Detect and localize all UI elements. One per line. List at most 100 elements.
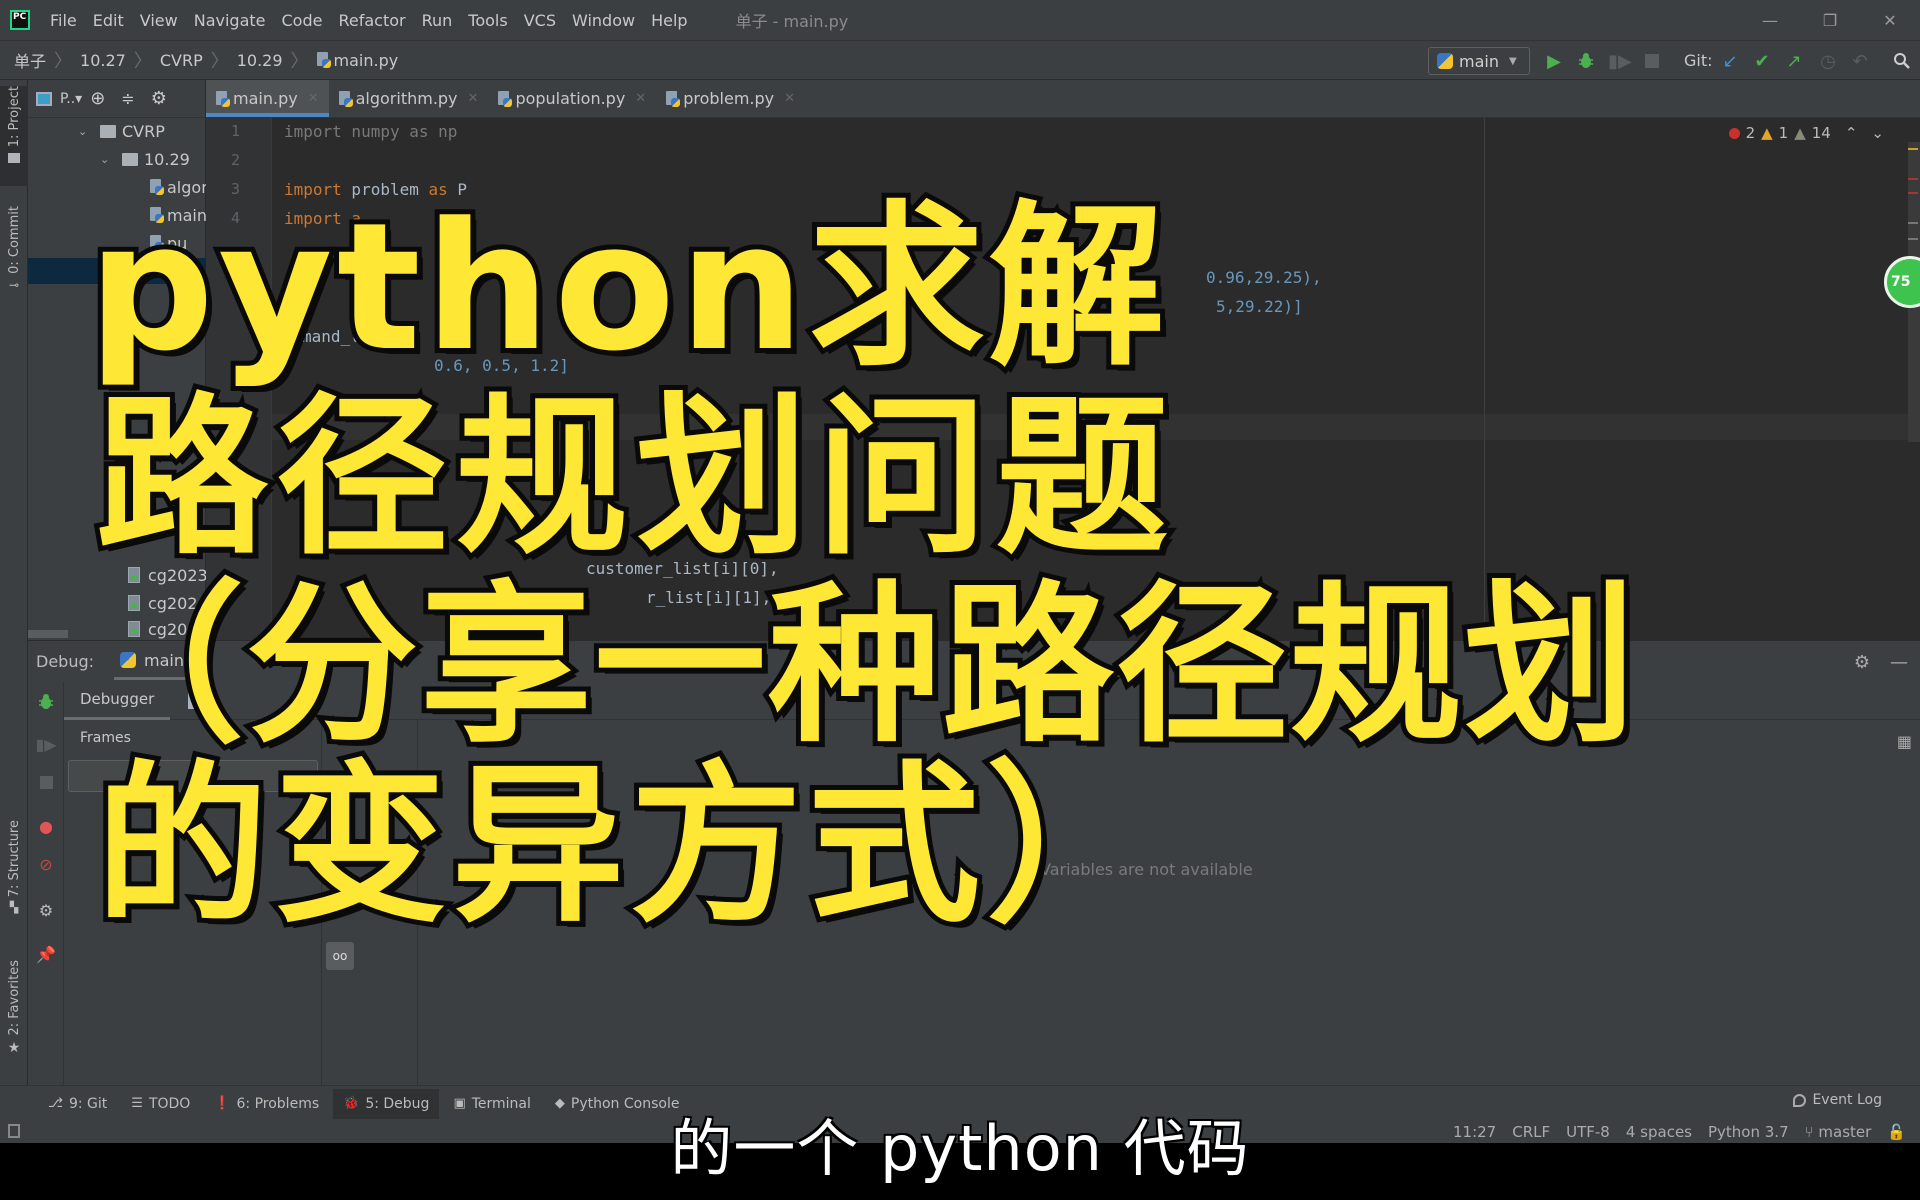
history-icon[interactable]: ◷ bbox=[1816, 49, 1840, 73]
close-icon[interactable]: ✕ bbox=[308, 91, 319, 106]
breadcrumb-project[interactable]: 单子 bbox=[10, 48, 50, 72]
gear-icon[interactable]: ⚙ bbox=[151, 88, 167, 109]
close-icon[interactable]: ✕ bbox=[784, 91, 795, 106]
menu-code[interactable]: Code bbox=[274, 11, 331, 30]
line-number: 1 bbox=[230, 122, 240, 140]
tool-tab-project[interactable]: 1: Project bbox=[0, 86, 28, 186]
collapse-all-icon[interactable]: ≑ bbox=[121, 89, 134, 108]
menu-view[interactable]: View bbox=[132, 11, 186, 30]
tool-tab-structure[interactable]: 7: Structure ▚ bbox=[0, 820, 28, 930]
menu-help[interactable]: Help bbox=[643, 11, 695, 30]
breadcrumb-file[interactable]: main.py bbox=[313, 51, 403, 70]
breadcrumb-separator: 〉 bbox=[290, 51, 309, 72]
commit-icon: ⊸ bbox=[8, 277, 20, 292]
window-title: 单子 - main.py bbox=[735, 12, 849, 31]
menu-edit[interactable]: Edit bbox=[85, 11, 132, 30]
menu-run[interactable]: Run bbox=[414, 11, 461, 30]
search-icon[interactable] bbox=[1890, 49, 1914, 73]
settings-icon[interactable]: ⚙ bbox=[36, 900, 56, 920]
tab-algorithm-py[interactable]: algorithm.py ✕ bbox=[329, 80, 489, 117]
inspection-widget[interactable]: 2 ▲ 1 ▲ 14 ⌃ ⌄ bbox=[1728, 124, 1884, 142]
horizontal-scrollbar[interactable] bbox=[28, 630, 68, 638]
debug-action-strip: ▮▶ ● ⊘ ⚙ 📌 bbox=[28, 682, 64, 1085]
python-file-icon bbox=[666, 90, 681, 107]
pin-icon[interactable]: 📌 bbox=[36, 944, 56, 964]
tool-tab-structure-label: 7: Structure bbox=[6, 820, 22, 898]
weak-warning-count: 14 bbox=[1811, 124, 1831, 142]
breadcrumb-separator: 〉 bbox=[54, 51, 73, 72]
debug-icon[interactable] bbox=[1574, 49, 1598, 73]
menu-window[interactable]: Window bbox=[564, 11, 643, 30]
menu-vcs[interactable]: VCS bbox=[516, 11, 564, 30]
run-configuration-select[interactable]: main ▼ bbox=[1428, 47, 1530, 75]
right-margin-guide bbox=[1484, 118, 1485, 640]
locate-icon[interactable]: ⊕ bbox=[90, 88, 105, 109]
menu-tools[interactable]: Tools bbox=[460, 11, 515, 30]
breadcrumb-folder-1027[interactable]: 10.27 bbox=[76, 51, 130, 70]
tree-item-label: 10.29 bbox=[144, 149, 190, 169]
python-icon bbox=[1437, 53, 1453, 69]
stop-icon[interactable] bbox=[1640, 49, 1664, 73]
project-view-icon bbox=[36, 91, 52, 106]
git-update-icon[interactable]: ↙ bbox=[1718, 49, 1742, 73]
mute-breakpoints-icon[interactable]: ⊘ bbox=[36, 854, 56, 874]
project-view-select[interactable]: P..▾ bbox=[60, 91, 82, 107]
close-icon[interactable]: ✕ bbox=[468, 91, 479, 106]
stop-icon[interactable] bbox=[36, 772, 56, 792]
minimize-button[interactable]: — bbox=[1740, 0, 1800, 40]
previous-highlight-icon[interactable]: ⌃ bbox=[1845, 124, 1858, 142]
resume-icon[interactable]: ▮▶ bbox=[35, 734, 56, 754]
star-icon: ★ bbox=[7, 1039, 21, 1056]
line-number: 2 bbox=[230, 151, 240, 169]
close-button[interactable]: ✕ bbox=[1860, 0, 1920, 40]
structure-icon: ▚ bbox=[9, 901, 19, 915]
tab-main-py[interactable]: main.py ✕ bbox=[206, 80, 329, 117]
restore-button[interactable]: ❐ bbox=[1800, 0, 1860, 40]
tab-label: algorithm.py bbox=[355, 89, 458, 108]
tab-population-py[interactable]: population.py ✕ bbox=[488, 80, 656, 117]
watches-toggle-icon[interactable]: oo bbox=[326, 942, 354, 970]
code-coordinates-1: 0.96,29.25), bbox=[1206, 268, 1322, 287]
python-file-icon bbox=[498, 90, 513, 107]
rollback-icon[interactable]: ↶ bbox=[1848, 49, 1872, 73]
tool-tab-commit[interactable]: 0: Commit ⊸ bbox=[0, 206, 28, 306]
gear-icon[interactable]: ⚙ bbox=[1854, 652, 1870, 673]
rerun-debug-icon[interactable] bbox=[36, 692, 56, 712]
menu-file[interactable]: File bbox=[42, 11, 85, 30]
debug-header-actions: ⚙ — bbox=[1854, 641, 1920, 683]
run-with-coverage-icon[interactable]: ▮▶ bbox=[1608, 49, 1632, 73]
tab-label: problem.py bbox=[683, 89, 775, 108]
error-count: 2 bbox=[1745, 124, 1756, 142]
tree-item-cvrp[interactable]: ⌄ CVRP bbox=[78, 118, 165, 144]
code-coordinates-2: 5,29.22)] bbox=[1216, 297, 1303, 316]
error-marker bbox=[1908, 192, 1918, 194]
overlay-title-line-1: python求解 bbox=[83, 185, 1169, 390]
minimize-panel-icon[interactable]: — bbox=[1890, 652, 1908, 673]
folder-icon bbox=[8, 153, 20, 164]
folder-icon bbox=[100, 124, 116, 138]
score-badge[interactable]: 75 bbox=[1884, 256, 1920, 308]
chevron-down-icon: ⌄ bbox=[78, 124, 88, 138]
chevron-down-icon: ▼ bbox=[1508, 55, 1517, 67]
breadcrumb-folder-1029[interactable]: 10.29 bbox=[233, 51, 287, 70]
weak-warning-icon: ▲ bbox=[1794, 124, 1806, 142]
close-icon[interactable]: ✕ bbox=[635, 91, 646, 106]
breadcrumb-separator: 〉 bbox=[210, 51, 229, 72]
git-push-icon[interactable]: ↗ bbox=[1782, 49, 1806, 73]
git-commit-icon[interactable]: ✔ bbox=[1750, 49, 1774, 73]
layout-settings-icon[interactable]: ▦ bbox=[1897, 732, 1912, 751]
tab-problem-py[interactable]: problem.py ✕ bbox=[656, 80, 805, 117]
breadcrumb-folder-cvrp[interactable]: CVRP bbox=[156, 51, 207, 70]
next-highlight-icon[interactable]: ⌄ bbox=[1871, 124, 1884, 142]
weak-warning-marker bbox=[1908, 238, 1918, 240]
view-breakpoints-icon[interactable]: ● bbox=[36, 816, 56, 836]
menu-refactor[interactable]: Refactor bbox=[330, 11, 413, 30]
tree-item-1029[interactable]: ⌄ 10.29 bbox=[100, 146, 190, 172]
run-icon[interactable]: ▶ bbox=[1542, 49, 1566, 73]
menu-navigate[interactable]: Navigate bbox=[186, 11, 274, 30]
overlay-title-line-3: （分享一种路径规划 bbox=[67, 565, 1641, 766]
python-file-icon bbox=[216, 90, 230, 107]
error-icon bbox=[1728, 127, 1740, 139]
tool-tab-favorites[interactable]: 2: Favorites ★ bbox=[0, 960, 28, 1070]
navigation-bar: 单子 〉 10.27 〉 CVRP 〉 10.29 〉 main.py main… bbox=[0, 40, 1920, 80]
